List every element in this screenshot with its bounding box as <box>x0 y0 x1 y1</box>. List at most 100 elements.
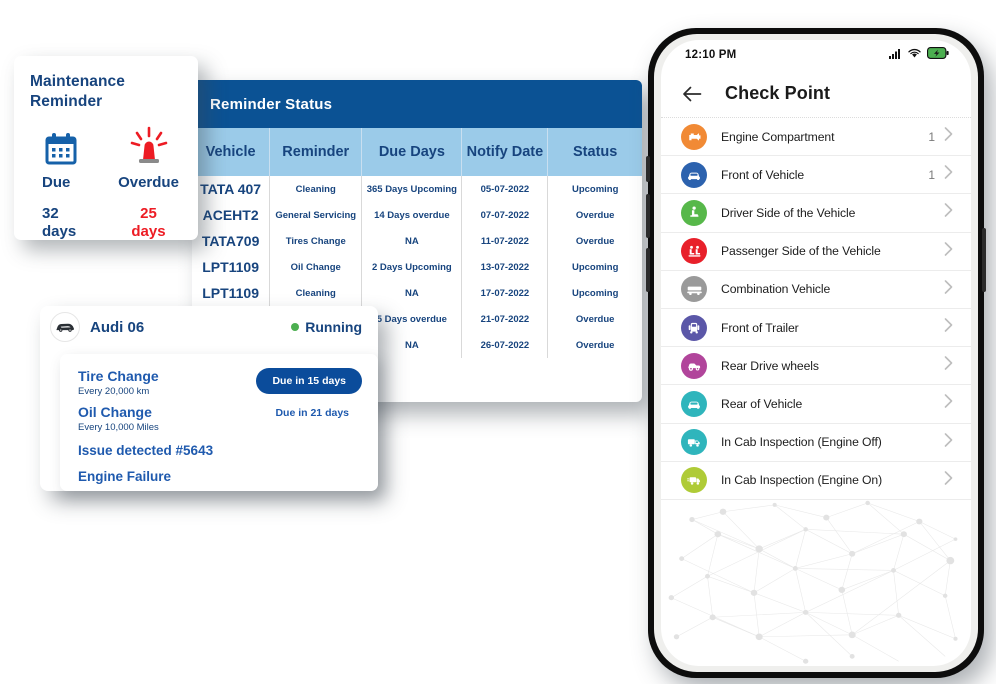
cell-due-days: 2 Days Upcoming <box>361 254 463 280</box>
cell-notify-date: 07-07-2022 <box>461 202 549 228</box>
cell-vehicle: ACEHT2 <box>192 202 271 228</box>
battery-icon <box>927 46 949 64</box>
phone-volume-up-button[interactable] <box>646 194 650 238</box>
screenshot-stage: Reminder Status Vehicle Reminder Due Day… <box>0 0 996 684</box>
chevron-right-icon <box>944 432 953 452</box>
list-item-label: Front of Trailer <box>721 320 799 335</box>
list-item[interactable]: Front of Trailer <box>661 309 971 348</box>
column-header-reminder[interactable]: Reminder <box>269 128 363 176</box>
service-name: Oil Change <box>78 404 152 420</box>
maintenance-reminder-card: Maintenance Reminder Due 32 days Overdue… <box>14 56 198 240</box>
service-interval: Every 10,000 Miles <box>78 422 159 433</box>
car-front-icon <box>681 161 707 188</box>
status-bar: 12:10 PM <box>661 40 971 70</box>
car-icon <box>50 312 80 342</box>
status-bar-time: 12:10 PM <box>685 49 737 61</box>
list-item[interactable]: Driver Side of the Vehicle <box>661 194 971 233</box>
phone-mockup: 12:10 PM Check Point Engine Compartment … <box>646 28 986 678</box>
chevron-right-icon <box>944 203 953 222</box>
back-arrow-icon[interactable] <box>681 83 703 105</box>
list-item[interactable]: Front of Vehicle 1 <box>661 156 971 195</box>
table-header-row: Vehicle Reminder Due Days Notify Date St… <box>192 128 642 176</box>
cell-status: Upcoming <box>571 183 619 195</box>
checkpoint-list: Engine Compartment 1 Front of Vehicle 1 … <box>661 118 971 500</box>
due-number: 32 <box>42 204 59 222</box>
list-item-label: Rear Drive wheels <box>721 358 819 373</box>
table-row[interactable]: ACEHT2 General Servicing 14 Days overdue… <box>192 202 642 228</box>
list-item-label: Rear of Vehicle <box>721 396 803 411</box>
list-item[interactable]: Rear Drive wheels <box>661 347 971 386</box>
column-header-vehicle[interactable]: Vehicle <box>192 128 271 176</box>
list-item[interactable]: Rear of Vehicle <box>661 385 971 424</box>
service-name: Tire Change <box>78 368 159 384</box>
cell-reminder: Cleaning <box>269 176 363 202</box>
chevron-right-icon <box>944 241 953 261</box>
chevron-right-icon <box>944 356 953 375</box>
table-row[interactable]: LPT1109 Oil Change 2 Days Upcoming 13-07… <box>192 254 642 280</box>
phone-screen: 12:10 PM Check Point Engine Compartment … <box>661 40 971 666</box>
cell-status: Overdue <box>575 339 615 351</box>
maintenance-due-block: Due 32 days <box>30 124 113 243</box>
table-row[interactable]: LPT1109 Cleaning NA 17-07-2022 Upcoming <box>192 280 642 306</box>
cell-notify-date: 11-07-2022 <box>461 228 549 254</box>
vehicle-status-label: Running <box>305 319 362 335</box>
vehicle-card: Audi 06 Running Tire Change Every 20,000… <box>40 306 378 491</box>
column-header-due-days[interactable]: Due Days <box>361 128 463 176</box>
list-item[interactable]: Combination Vehicle <box>661 271 971 309</box>
app-bar: Check Point <box>661 70 971 118</box>
list-item[interactable]: In Cab Inspection (Engine Off) <box>661 424 971 462</box>
list-item[interactable]: In Cab Inspection (Engine On) <box>661 462 971 500</box>
cell-reminder: Tires Change <box>269 228 363 254</box>
overdue-unit: days <box>131 223 166 241</box>
column-header-notify-date[interactable]: Notify Date <box>461 128 549 176</box>
service-due-text: Due in 21 days <box>275 407 349 419</box>
chevron-right-icon <box>944 470 953 490</box>
network-pattern-background <box>661 500 971 666</box>
cell-reminder: Oil Change <box>269 254 363 280</box>
maintenance-overdue-label: Overdue <box>118 173 179 191</box>
engine-failure-text: Engine Failure <box>78 469 172 484</box>
status-dot-icon <box>291 323 300 331</box>
maintenance-overdue-value: 25 days <box>113 205 184 243</box>
cell-status: Overdue <box>575 209 615 221</box>
phone-power-button[interactable] <box>982 228 986 292</box>
chevron-right-icon <box>944 280 953 299</box>
trailer-front-icon <box>681 314 707 341</box>
list-item[interactable]: Passenger Side of the Vehicle <box>661 233 971 271</box>
issue-detected-text: Issue detected #5643 <box>78 443 214 458</box>
vehicle-card-header: Audi 06 Running <box>40 306 378 348</box>
service-row-tire: Tire Change Every 20,000 km Due in 15 da… <box>78 368 362 397</box>
phone-mute-button[interactable] <box>646 156 650 182</box>
maintenance-title-line1: Maintenance <box>30 73 125 90</box>
cell-status: Overdue <box>575 313 615 325</box>
list-item[interactable]: Engine Compartment 1 <box>661 118 971 157</box>
cell-status: Overdue <box>575 235 615 247</box>
list-item-count: 1 <box>928 167 935 182</box>
driver-seat-icon <box>681 199 707 226</box>
truck-on-icon <box>681 467 707 494</box>
list-item-label: In Cab Inspection (Engine On) <box>721 473 883 488</box>
service-row-oil: Oil Change Every 10,000 Miles Due in 21 … <box>78 404 362 433</box>
constellation-graphic <box>668 500 958 664</box>
phone-volume-down-button[interactable] <box>646 248 650 292</box>
cell-vehicle: LPT1109 <box>192 280 271 306</box>
column-header-status[interactable]: Status <box>547 128 642 176</box>
maintenance-due-label: Due <box>42 173 71 191</box>
maintenance-reminder-title: Maintenance Reminder <box>30 72 184 112</box>
list-item-label: Front of Vehicle <box>721 167 805 182</box>
cell-due-days: 14 Days overdue <box>361 202 463 228</box>
cell-due-days: NA <box>361 228 463 254</box>
table-row[interactable]: TATA709 Tires Change NA 11-07-2022 Overd… <box>192 228 642 254</box>
maintenance-due-value: 32 days <box>42 205 113 243</box>
rear-wheels-icon <box>681 352 707 379</box>
combination-truck-icon <box>681 276 707 303</box>
cell-status: Upcoming <box>571 261 619 273</box>
cell-notify-date: 26-07-2022 <box>461 332 549 358</box>
table-row[interactable]: TATA 407 Cleaning 365 Days Upcoming 05-0… <box>192 176 642 202</box>
vehicle-status-badge: Running <box>291 319 362 335</box>
list-item-label: In Cab Inspection (Engine Off) <box>721 435 882 450</box>
list-item-label: Combination Vehicle <box>721 282 831 297</box>
vehicle-service-panel: Tire Change Every 20,000 km Due in 15 da… <box>60 354 378 491</box>
service-due-pill[interactable]: Due in 15 days <box>256 368 362 394</box>
cell-vehicle: TATA 407 <box>192 176 271 202</box>
